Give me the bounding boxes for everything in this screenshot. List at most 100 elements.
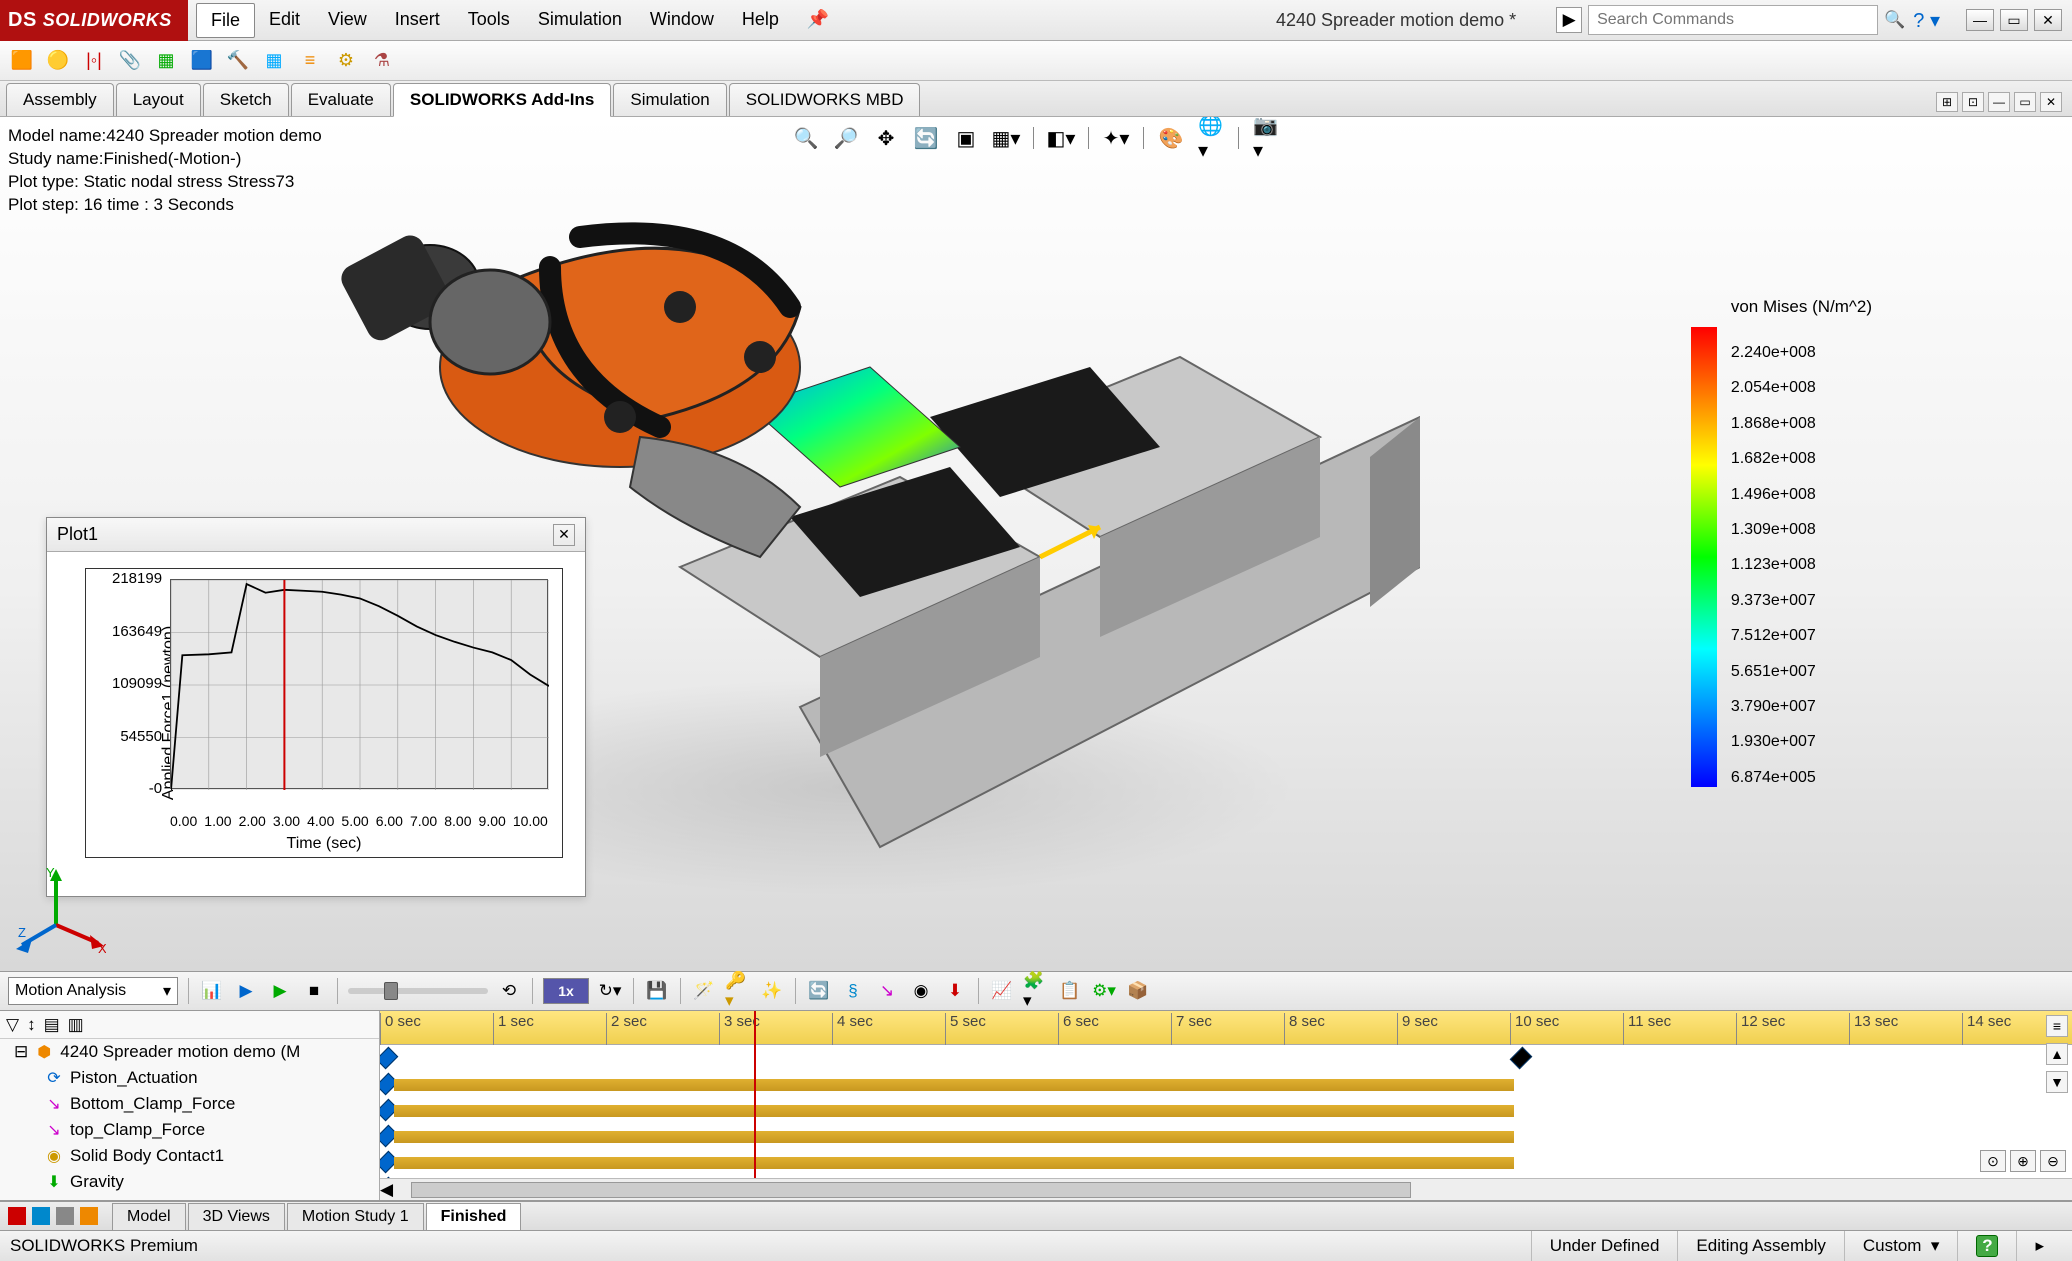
grid-icon[interactable]: ▦ <box>262 49 286 73</box>
expand-icon[interactable]: ▤ <box>44 1015 60 1035</box>
tree-root-row[interactable]: ⊟ ⬢ 4240 Spreader motion demo (M <box>0 1039 379 1065</box>
loop-icon[interactable]: ↻▾ <box>597 978 623 1004</box>
tl-zoom-out-icon[interactable]: ⊖ <box>2040 1150 2066 1172</box>
tab-assembly[interactable]: Assembly <box>6 83 114 116</box>
minimize-button[interactable]: — <box>1966 9 1994 31</box>
gravity-icon[interactable]: ⬇ <box>942 978 968 1004</box>
tree-row-top-force[interactable]: ↘ top_Clamp_Force <box>0 1117 379 1143</box>
spring-icon[interactable]: § <box>840 978 866 1004</box>
tab-layout[interactable]: Layout <box>116 83 201 116</box>
hammer-icon[interactable]: 🔨 <box>226 49 250 73</box>
timeline-ruler[interactable]: 0 sec1 sec2 sec3 sec4 sec5 sec6 sec7 sec… <box>380 1011 2072 1045</box>
vp-restore-icon[interactable]: ▭ <box>2014 92 2036 112</box>
zoom-area-icon[interactable]: 🔎 <box>833 125 859 151</box>
timeline-row[interactable] <box>380 1071 2072 1097</box>
bottom-tab-3dviews[interactable]: 3D Views <box>188 1203 285 1230</box>
menu-window[interactable]: Window <box>636 3 728 38</box>
search-input[interactable] <box>1588 5 1878 35</box>
timeline-row[interactable] <box>380 1045 2072 1071</box>
appearance-icon[interactable]: 🎨 <box>1158 125 1184 151</box>
vp-tile-icon[interactable]: ⊡ <box>1962 92 1984 112</box>
tree-expand-icon[interactable]: ⊟ <box>14 1042 28 1062</box>
sim-setup-icon[interactable]: 🧩▾ <box>1023 978 1049 1004</box>
filter-icon[interactable]: ▽ <box>6 1015 19 1035</box>
bt-icon-1[interactable] <box>8 1207 26 1225</box>
timeline-scrollbar[interactable]: ◀ <box>380 1178 2072 1200</box>
timeline-row[interactable] <box>380 1097 2072 1123</box>
tab-sketch[interactable]: Sketch <box>203 83 289 116</box>
tl-zoom-fit-icon[interactable]: ⊙ <box>1980 1150 2006 1172</box>
menu-view[interactable]: View <box>314 3 381 38</box>
tab-evaluate[interactable]: Evaluate <box>291 83 391 116</box>
bt-icon-3[interactable] <box>56 1207 74 1225</box>
plot-titlebar[interactable]: Plot1 ✕ <box>47 518 585 552</box>
motor-icon[interactable]: 🔄 <box>806 978 832 1004</box>
scroll-left-icon[interactable]: ◀ <box>380 1180 393 1200</box>
vp-expand-icon[interactable]: ⊞ <box>1936 92 1958 112</box>
tuning-icon[interactable]: |◦| <box>82 49 106 73</box>
keyframe-icon[interactable] <box>380 1047 398 1070</box>
capture-icon[interactable]: 📷▾ <box>1253 125 1279 151</box>
orientation-triad[interactable]: Y X Z <box>16 865 106 955</box>
tree-row-bottom-force[interactable]: ↘ Bottom_Clamp_Force <box>0 1091 379 1117</box>
key-icon[interactable]: 🔑▾ <box>725 978 751 1004</box>
view-orient-icon[interactable]: ✦▾ <box>1103 125 1129 151</box>
status-units[interactable]: Custom ▾ <box>1844 1231 1958 1261</box>
tl-down-icon[interactable]: ▼ <box>2046 1071 2068 1093</box>
status-help-button[interactable]: ? <box>1957 1231 2016 1261</box>
slider-thumb[interactable] <box>384 982 398 1000</box>
close-button[interactable]: ✕ <box>2034 9 2062 31</box>
bt-icon-2[interactable] <box>32 1207 50 1225</box>
bottom-tab-motion-study-1[interactable]: Motion Study 1 <box>287 1203 424 1230</box>
tl-zoom-in-icon[interactable]: ⊕ <box>2010 1150 2036 1172</box>
menu-help[interactable]: Help <box>728 3 793 38</box>
motion-tree[interactable]: ⊟ ⬢ 4240 Spreader motion demo (M ⟳ Pisto… <box>0 1039 379 1200</box>
scrollbar-thumb[interactable] <box>411 1182 1411 1198</box>
play-icon[interactable]: ▶ <box>267 978 293 1004</box>
tree-row-contact[interactable]: ◉ Solid Body Contact1 <box>0 1143 379 1169</box>
menu-insert[interactable]: Insert <box>381 3 454 38</box>
menu-simulation[interactable]: Simulation <box>524 3 636 38</box>
vp-close-icon[interactable]: ✕ <box>2040 92 2062 112</box>
menu-pin-icon[interactable]: 📌 <box>793 3 843 38</box>
prop-icon[interactable]: ✨ <box>759 978 785 1004</box>
motion-study-type-select[interactable]: Motion Analysis▾ <box>8 977 178 1005</box>
settings-icon[interactable]: ⚙▾ <box>1091 978 1117 1004</box>
timeline-span[interactable] <box>394 1157 1514 1169</box>
timeline-span[interactable] <box>394 1105 1514 1117</box>
timeline-span[interactable] <box>394 1079 1514 1091</box>
collapse-icon[interactable]: ▥ <box>68 1015 84 1035</box>
tree-row-gravity[interactable]: ⬇ Gravity <box>0 1169 379 1195</box>
results-icon[interactable]: 📈 <box>989 978 1015 1004</box>
timeline-row[interactable] <box>380 1123 2072 1149</box>
scene-icon[interactable]: 🌐▾ <box>1198 125 1224 151</box>
tree-row-piston[interactable]: ⟳ Piston_Actuation <box>0 1065 379 1091</box>
plot-close-button[interactable]: ✕ <box>553 524 575 546</box>
timeline-row[interactable] <box>380 1149 2072 1175</box>
open-icon[interactable]: 🟡 <box>46 49 70 73</box>
rotate-icon[interactable]: 🔄 <box>913 125 939 151</box>
graphics-viewport[interactable]: Model name:4240 Spreader motion demo Stu… <box>0 117 2072 971</box>
event-icon[interactable]: 📋 <box>1057 978 1083 1004</box>
pan-icon[interactable]: ✥ <box>873 125 899 151</box>
clip-icon[interactable]: 📎 <box>118 49 142 73</box>
cube-icon[interactable]: ▣ <box>953 125 979 151</box>
calculate-icon[interactable]: 📊 <box>199 978 225 1004</box>
bottom-tab-model[interactable]: Model <box>112 1203 186 1230</box>
bt-icon-4[interactable] <box>80 1207 98 1225</box>
rewind-icon[interactable]: ⟲ <box>496 978 522 1004</box>
vp-minimize-icon[interactable]: — <box>1988 92 2010 112</box>
stop-icon[interactable]: ■ <box>301 978 327 1004</box>
render-icon[interactable]: 🟦 <box>190 49 214 73</box>
zoom-fit-icon[interactable]: 🔍 <box>793 125 819 151</box>
display-style-icon[interactable]: ▦▾ <box>993 125 1019 151</box>
tl-collapse-icon[interactable]: ≡ <box>2046 1015 2068 1037</box>
timeline-span[interactable] <box>394 1131 1514 1143</box>
timeline-panel[interactable]: 0 sec1 sec2 sec3 sec4 sec5 sec6 sec7 sec… <box>380 1011 2072 1200</box>
sort-icon[interactable]: ↕ <box>27 1015 36 1035</box>
menu-file[interactable]: File <box>196 3 255 38</box>
layers-icon[interactable]: ▦ <box>154 49 178 73</box>
tab-mbd[interactable]: SOLIDWORKS MBD <box>729 83 921 116</box>
contact-icon[interactable]: ◉ <box>908 978 934 1004</box>
gear-icon[interactable]: ⚙ <box>334 49 358 73</box>
